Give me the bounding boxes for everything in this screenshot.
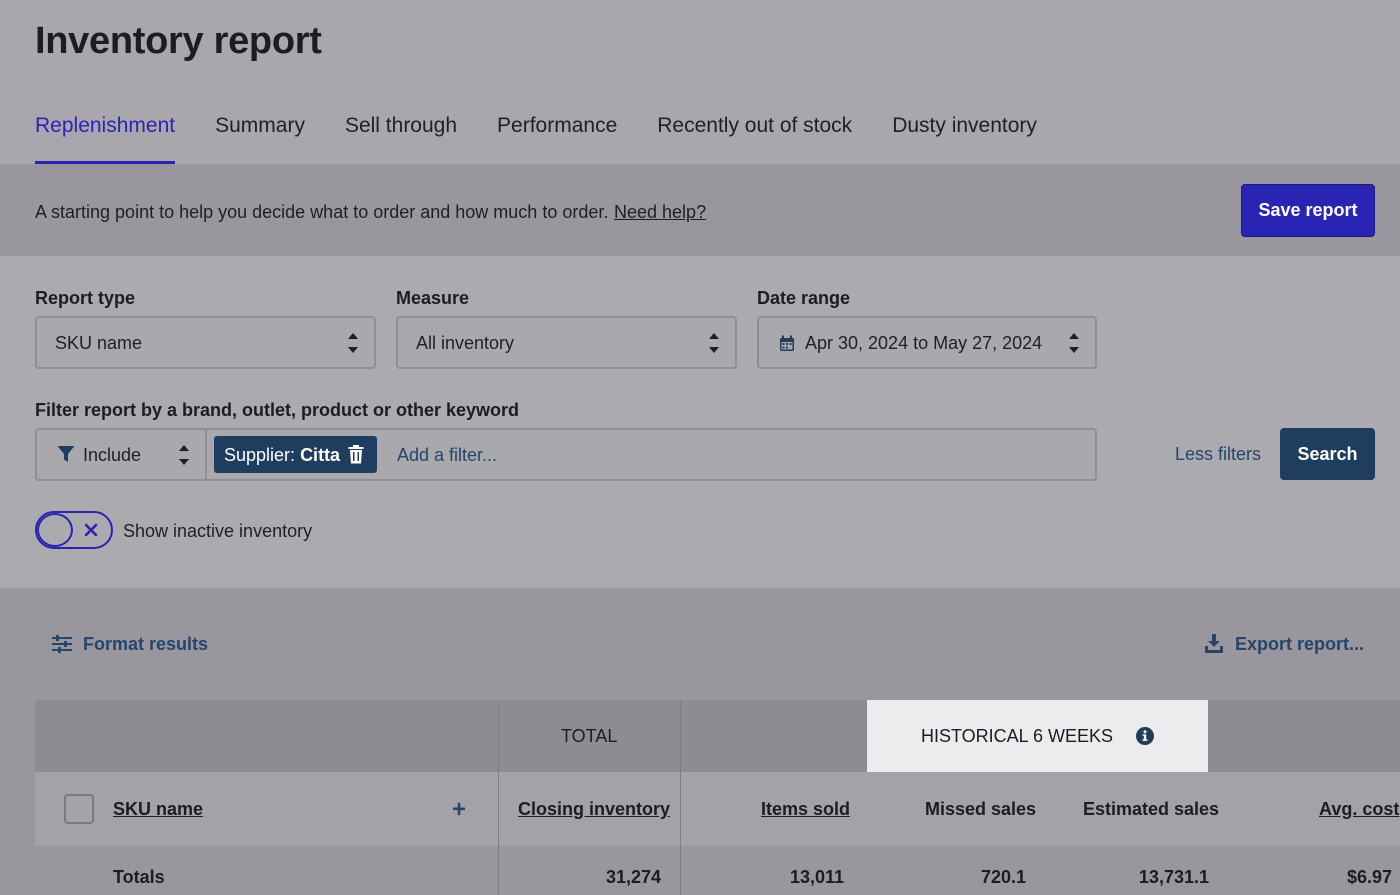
show-inactive-label: Show inactive inventory — [123, 521, 313, 541]
col-missed-sales: Missed sales — [925, 799, 1037, 819]
sliders-icon — [52, 635, 72, 658]
select-all-checkbox[interactable] — [64, 794, 94, 824]
stepper-arrows-icon — [707, 329, 721, 357]
need-help-link[interactable]: Need help? — [614, 202, 706, 223]
column-divider — [680, 700, 681, 895]
add-column-plus-icon[interactable]: + — [452, 796, 466, 824]
date-range-label: Date range — [757, 288, 851, 308]
report-tabs: Replenishment Summary Sell through Perfo… — [35, 110, 1077, 164]
totals-label: Totals — [113, 867, 165, 887]
stepper-arrows-icon — [1067, 329, 1081, 357]
totals-estimated: 13,731.1 — [1138, 867, 1209, 887]
col-avg-cost[interactable]: Avg. cost — [1319, 799, 1399, 820]
group-historical-label: HISTORICAL 6 WEEKS — [921, 726, 1114, 746]
stepper-arrows-icon — [177, 441, 191, 469]
report-type-select[interactable]: SKU name — [35, 316, 376, 369]
results-table: TOTAL HISTORICAL 6 WEEKS SKU name + Clos… — [35, 700, 1400, 895]
col-items-sold[interactable]: Items sold — [761, 799, 850, 820]
chip-value: Citta — [300, 445, 341, 465]
toggle-knob — [37, 513, 73, 547]
totals-missed: 720.1 — [980, 867, 1026, 887]
search-button[interactable]: Search — [1280, 428, 1375, 480]
save-report-button[interactable]: Save report — [1241, 184, 1375, 237]
group-total: TOTAL — [561, 726, 618, 746]
chip-prefix: Supplier: — [224, 445, 296, 465]
tab-performance[interactable]: Performance — [497, 110, 617, 164]
column-header-row: SKU name + Closing inventory Items sold … — [35, 772, 1400, 846]
keyword-filter-label: Filter report by a brand, outlet, produc… — [35, 400, 520, 420]
page-title: Inventory report — [35, 20, 322, 62]
info-icon[interactable] — [1136, 727, 1154, 750]
totals-items-sold: 13,011 — [789, 867, 844, 887]
supplier-filter-chip[interactable]: Supplier: Citta — [214, 436, 377, 473]
tab-dusty-inventory[interactable]: Dusty inventory — [892, 110, 1037, 164]
tab-recently-out-of-stock[interactable]: Recently out of stock — [657, 110, 852, 164]
include-value: Include — [83, 445, 142, 465]
show-inactive-toggle[interactable] — [35, 511, 113, 549]
info-text: A starting point to help you decide what… — [35, 202, 609, 222]
export-report-label: Export report... — [1235, 634, 1365, 654]
measure-label: Measure — [396, 288, 470, 308]
tab-replenishment[interactable]: Replenishment — [35, 110, 176, 164]
column-divider — [498, 700, 499, 895]
tab-sell-through[interactable]: Sell through — [345, 110, 457, 164]
report-type-value: SKU name — [55, 333, 143, 353]
measure-select[interactable]: All inventory — [396, 316, 737, 369]
funnel-icon — [57, 445, 75, 468]
date-range-value: Apr 30, 2024 to May 27, 2024 — [805, 333, 1043, 353]
tab-summary[interactable]: Summary — [215, 110, 305, 164]
calendar-icon — [779, 335, 795, 357]
totals-avg-cost: $6.97 — [1346, 867, 1392, 887]
col-estimated-sales: Estimated sales — [1083, 799, 1220, 819]
download-icon — [1204, 634, 1224, 659]
column-group-row: TOTAL HISTORICAL 6 WEEKS — [35, 700, 1400, 772]
chip-label: Supplier: Citta — [224, 445, 340, 466]
measure-value: All inventory — [416, 333, 515, 353]
totals-closing: 31,274 — [605, 867, 661, 887]
col-closing-inventory[interactable]: Closing inventory — [518, 799, 670, 820]
page-header: Inventory report Replenishment Summary S… — [0, 0, 1400, 164]
col-sku-name[interactable]: SKU name — [113, 799, 203, 820]
include-select[interactable]: Include — [37, 430, 207, 479]
less-filters-link[interactable]: Less filters — [1175, 444, 1261, 465]
close-icon — [84, 523, 98, 542]
group-historical: HISTORICAL 6 WEEKS — [867, 700, 1208, 772]
info-bar: A starting point to help you decide what… — [0, 164, 1400, 256]
filter-panel: Report type SKU name Measure All invento… — [0, 256, 1400, 588]
totals-row: Totals 31,274 13,011 720.1 13,731.1 $6.9… — [35, 846, 1400, 895]
results-section: Format results Export report... TOTAL HI… — [0, 588, 1400, 895]
format-results-label: Format results — [83, 634, 209, 654]
stepper-arrows-icon — [346, 329, 360, 357]
date-range-select[interactable]: Apr 30, 2024 to May 27, 2024 — [757, 316, 1097, 369]
trash-icon[interactable] — [348, 445, 364, 469]
add-filter-input[interactable]: Add a filter... — [397, 445, 497, 466]
keyword-filter-box: Include Supplier: Citta Add a filter... — [35, 428, 1097, 481]
report-type-label: Report type — [35, 288, 136, 308]
